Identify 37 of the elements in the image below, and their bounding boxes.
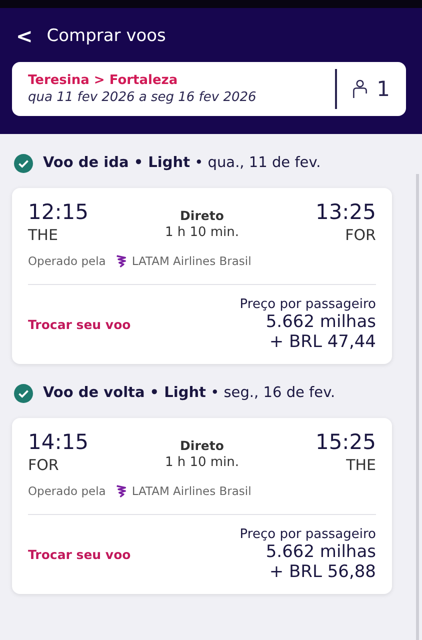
section-heading: Voo de ida • Light • qua., 11 de fev. bbox=[43, 155, 321, 171]
operated-by-label: Operado pela bbox=[28, 254, 106, 268]
cash-price: + BRL 56,88 bbox=[269, 562, 376, 582]
departure-airport: THE bbox=[28, 226, 59, 244]
airline-logo-icon bbox=[116, 484, 126, 498]
change-flight-link[interactable]: Trocar seu voo bbox=[28, 317, 131, 332]
section-heading: Voo de volta • Light • seg., 16 de fev. bbox=[43, 385, 336, 401]
miles-price: 5.662 milhas bbox=[266, 542, 376, 562]
check-icon bbox=[14, 384, 33, 402]
search-summary-card[interactable]: Teresina > Fortaleza qua 11 fev 2026 a seg 16 fev 2026 1 bbox=[12, 62, 406, 116]
duration-text: 1 h 10 min. bbox=[164, 455, 240, 470]
arrival-time: 15:25 bbox=[315, 430, 376, 454]
airline-name: LATAM Airlines Brasil bbox=[132, 254, 252, 268]
departure-airport: FOR bbox=[28, 456, 60, 474]
person-icon bbox=[350, 79, 369, 99]
check-icon bbox=[14, 154, 33, 172]
back-button[interactable]: < bbox=[12, 24, 37, 48]
stops-text: Direto bbox=[180, 438, 224, 453]
change-flight-link[interactable]: Trocar seu voo bbox=[28, 547, 131, 562]
stops-text: Direto bbox=[180, 208, 224, 223]
arrival-time: 13:25 bbox=[315, 200, 376, 224]
dates-text: qua 11 fev 2026 a seg 16 fev 2026 bbox=[28, 90, 258, 105]
operated-by-label: Operado pela bbox=[28, 484, 106, 498]
cash-price: + BRL 47,44 bbox=[269, 332, 376, 352]
departure-time: 12:15 bbox=[28, 200, 89, 224]
airline-logo-icon bbox=[116, 254, 126, 268]
arrival-airport: THE bbox=[346, 456, 376, 474]
arrival-airport: FOR bbox=[345, 226, 376, 244]
price-label: Preço por passageiro bbox=[240, 527, 376, 542]
passenger-count: 1 bbox=[376, 77, 390, 101]
airline-name: LATAM Airlines Brasil bbox=[132, 484, 252, 498]
page-title: Comprar voos bbox=[46, 26, 166, 46]
route-text: Teresina > Fortaleza bbox=[28, 73, 179, 88]
duration-text: 1 h 10 min. bbox=[164, 225, 240, 240]
price-label: Preço por passageiro bbox=[240, 297, 376, 312]
departure-time: 14:15 bbox=[28, 430, 89, 454]
miles-price: 5.662 milhas bbox=[266, 312, 376, 332]
